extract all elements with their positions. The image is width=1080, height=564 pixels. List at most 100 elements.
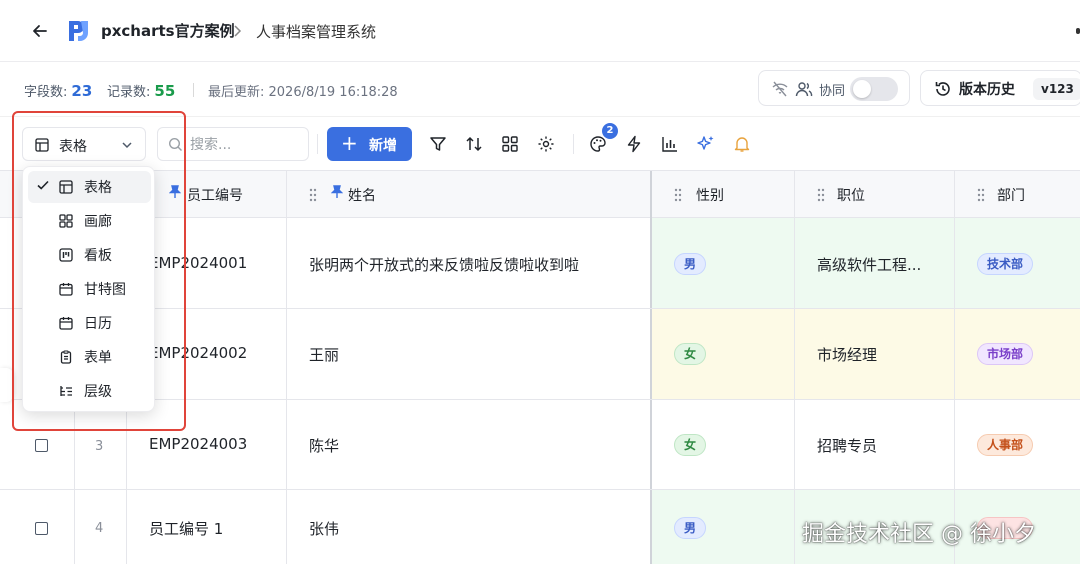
field-count: 字段数: 23 bbox=[24, 82, 93, 100]
cell-name[interactable]: 王丽 bbox=[286, 309, 650, 399]
last-updated: 最后更新: 2026/8/19 16:18:28 bbox=[208, 85, 398, 100]
drag-handle-icon[interactable] bbox=[817, 188, 825, 206]
gantt-icon bbox=[59, 282, 73, 300]
table-header: 员工编号 姓名 性别 职位 部门 bbox=[0, 170, 1080, 219]
group-grid-icon[interactable] bbox=[499, 133, 521, 155]
breadcrumb-current: 人事档案管理系统 bbox=[256, 23, 377, 41]
chevron-down-icon bbox=[120, 137, 134, 156]
department-tag: 人事部 bbox=[977, 434, 1034, 456]
view-option-gantt[interactable]: 甘特图 bbox=[28, 273, 151, 305]
cell-position[interactable]: 市场经理 bbox=[794, 309, 954, 399]
row-checkbox[interactable] bbox=[35, 439, 48, 452]
column-header-position[interactable]: 职位 bbox=[794, 171, 954, 219]
bell-icon[interactable] bbox=[731, 133, 753, 155]
add-record-button[interactable]: + 新增 bbox=[327, 127, 412, 161]
pxcharts-logo-icon bbox=[66, 18, 94, 44]
cell-name[interactable]: 张伟 bbox=[286, 490, 650, 564]
drag-handle-icon[interactable] bbox=[674, 188, 682, 206]
cell-employee-id[interactable]: 员工编号 1 bbox=[126, 490, 286, 564]
theme-badge: 2 bbox=[602, 123, 618, 139]
view-type-dropdown: 表格 画廊 看板 甘特图 日历 表单 层级 bbox=[22, 166, 155, 412]
cell-name[interactable]: 陈华 bbox=[286, 400, 650, 489]
column-header-department[interactable]: 部门 bbox=[954, 171, 1080, 219]
cell-gender[interactable]: 男 bbox=[650, 490, 794, 564]
lightning-icon[interactable] bbox=[623, 133, 645, 155]
gender-tag: 男 bbox=[674, 517, 707, 539]
check-icon bbox=[36, 178, 50, 196]
view-option-table[interactable]: 表格 bbox=[28, 171, 151, 203]
calendar-icon bbox=[59, 316, 73, 334]
pin-icon bbox=[168, 185, 182, 203]
cell-position[interactable]: 招聘专员 bbox=[794, 400, 954, 489]
history-icon bbox=[934, 80, 952, 102]
gender-tag: 女 bbox=[674, 434, 707, 456]
view-option-calendar[interactable]: 日历 bbox=[28, 307, 151, 339]
collab-toggle[interactable] bbox=[850, 77, 898, 101]
toolbar-divider bbox=[573, 134, 574, 154]
view-option-kanban[interactable]: 看板 bbox=[28, 239, 151, 271]
view-option-form[interactable]: 表单 bbox=[28, 341, 151, 373]
drag-handle-icon[interactable] bbox=[977, 188, 985, 206]
table-row[interactable]: EMP2024001 张明两个开放式的来反馈啦反馈啦收到啦 男 高级软件工程..… bbox=[0, 218, 1080, 309]
toolbar: 表格 + 新增 2 bbox=[0, 116, 1080, 170]
app-title[interactable]: pxcharts官方案例 bbox=[101, 20, 235, 41]
pin-icon bbox=[330, 185, 344, 203]
back-arrow-icon[interactable] bbox=[28, 19, 52, 43]
table-row[interactable]: EMP2024002 王丽 女 市场经理 市场部 bbox=[0, 309, 1080, 400]
view-select-label: 表格 bbox=[59, 139, 87, 155]
department-tag: 市场部 bbox=[977, 343, 1034, 365]
chevron-right-icon bbox=[232, 22, 244, 40]
record-count: 记录数: 55 bbox=[107, 82, 176, 100]
more-icon[interactable] bbox=[1076, 28, 1080, 34]
cell-name[interactable]: 张明两个开放式的来反馈啦反馈啦收到啦 bbox=[286, 218, 650, 308]
filter-icon[interactable] bbox=[427, 133, 449, 155]
plus-icon: + bbox=[341, 131, 358, 155]
column-header-name[interactable]: 姓名 bbox=[286, 171, 650, 219]
sort-icon[interactable] bbox=[463, 133, 485, 155]
bar-chart-icon[interactable] bbox=[659, 133, 681, 155]
collab-label: 协同 bbox=[819, 84, 846, 99]
version-history-button[interactable]: 版本历史 v123 bbox=[920, 70, 1080, 106]
form-icon bbox=[59, 350, 73, 368]
cell-position[interactable]: 高级软件工程... bbox=[794, 218, 954, 308]
divider bbox=[193, 83, 194, 97]
search-icon bbox=[168, 137, 183, 156]
ai-sparkle-icon[interactable] bbox=[695, 133, 717, 155]
cell-employee-id[interactable]: EMP2024003 bbox=[126, 400, 286, 489]
app-header: pxcharts官方案例 人事档案管理系统 bbox=[0, 0, 1080, 62]
cell-gender[interactable]: 男 bbox=[650, 218, 794, 308]
gender-tag: 女 bbox=[674, 343, 707, 365]
row-checkbox[interactable] bbox=[35, 522, 48, 535]
wifi-off-icon bbox=[771, 80, 789, 102]
sidebar-collapse-handle[interactable] bbox=[0, 368, 14, 402]
gallery-icon bbox=[59, 214, 73, 232]
row-number-column bbox=[74, 490, 126, 564]
cell-gender[interactable]: 女 bbox=[650, 309, 794, 399]
row-number-column bbox=[74, 400, 126, 489]
gender-tag: 男 bbox=[674, 253, 707, 275]
view-select[interactable]: 表格 bbox=[22, 127, 146, 161]
table-icon bbox=[59, 180, 73, 198]
cell-department[interactable]: 人事部 bbox=[954, 400, 1080, 489]
cell-department[interactable]: 市场部 bbox=[954, 309, 1080, 399]
settings-gear-icon[interactable] bbox=[535, 133, 557, 155]
users-icon bbox=[795, 80, 813, 102]
collab-control: 协同 bbox=[758, 70, 910, 106]
column-header-gender[interactable]: 性别 bbox=[650, 171, 794, 219]
drag-handle-icon[interactable] bbox=[309, 188, 317, 206]
stats-bar: 字段数: 23 记录数: 55 最后更新: 2026/8/19 16:18:28 协… bbox=[0, 62, 1080, 116]
table-row[interactable]: 3 EMP2024003 陈华 女 招聘专员 人事部 bbox=[0, 400, 1080, 490]
toolbar-divider bbox=[317, 134, 318, 154]
search-box bbox=[157, 127, 309, 161]
cell-department[interactable]: 技术部 bbox=[954, 218, 1080, 308]
hierarchy-icon bbox=[59, 384, 73, 402]
history-label: 版本历史 bbox=[959, 82, 1015, 98]
kanban-icon bbox=[59, 248, 73, 266]
version-badge: v123 bbox=[1033, 78, 1080, 100]
search-input[interactable] bbox=[190, 135, 300, 155]
department-tag: 技术部 bbox=[977, 253, 1034, 275]
view-option-hierarchy[interactable]: 层级 bbox=[28, 375, 151, 407]
cell-gender[interactable]: 女 bbox=[650, 400, 794, 489]
watermark: 掘金技术社区 @ 徐小夕 bbox=[802, 522, 1036, 547]
view-option-gallery[interactable]: 画廊 bbox=[28, 205, 151, 237]
